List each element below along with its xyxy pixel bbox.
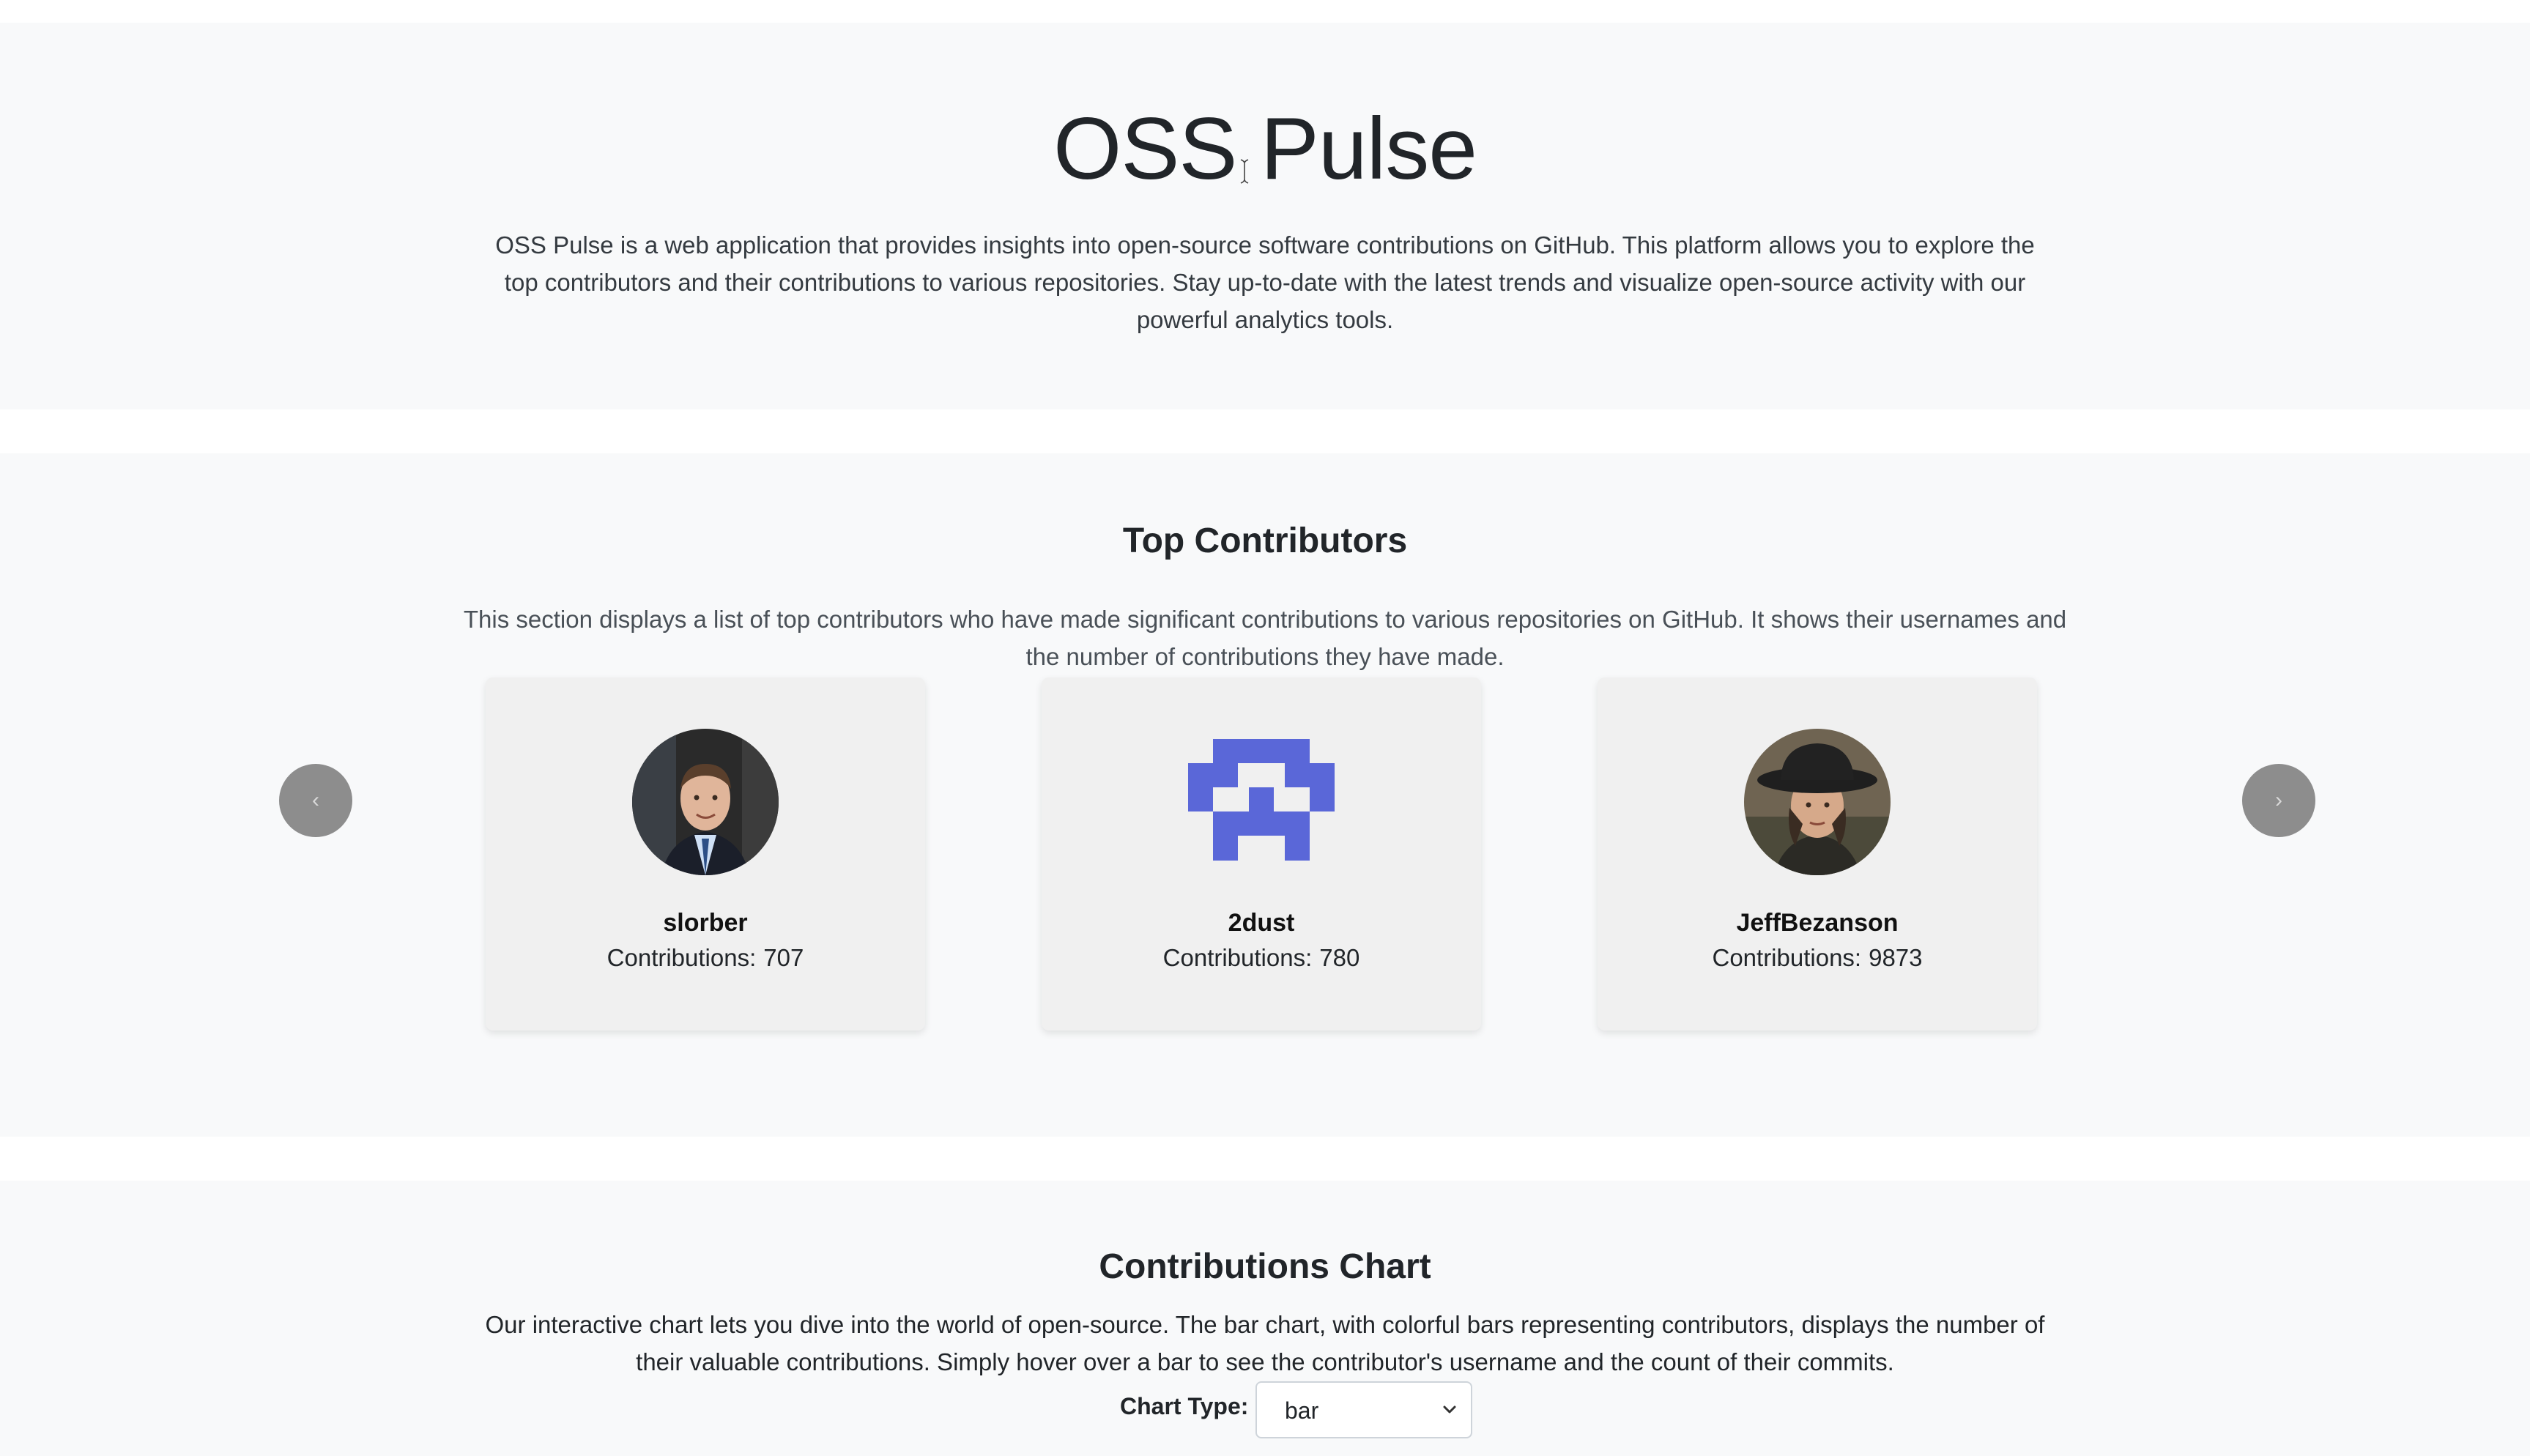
section-title: Top Contributors: [1122, 521, 1408, 560]
contributions-chart-section: Contributions Chart Our interactive char…: [0, 1181, 2530, 1456]
chevron-down-icon: [1443, 1405, 1456, 1414]
contributions-value: 780: [1319, 944, 1360, 971]
chevron-right-icon: ›: [2275, 788, 2282, 812]
contributor-username: slorber: [663, 909, 748, 937]
chevron-left-icon: ‹: [312, 788, 319, 812]
top-contributors-section: Top Contributors This section displays a…: [0, 453, 2530, 1137]
top-strip: [0, 0, 2530, 23]
contributor-username: 2dust: [1228, 909, 1295, 937]
contributor-card[interactable]: 2dust Contributions: 780: [1042, 677, 1481, 1030]
carousel-next-button[interactable]: ›: [2242, 764, 2315, 837]
text-cursor-icon: [1240, 159, 1249, 184]
section-description: This section displays a list of top cont…: [463, 606, 2067, 670]
contributor-count: Contributions: 707: [486, 944, 925, 972]
hero-section: OSS Pulse OSS Pulse is a web application…: [0, 23, 2530, 409]
user-photo-icon: [632, 729, 779, 875]
chart-type-label: Chart Type:: [1120, 1393, 1249, 1419]
avatar: [632, 729, 779, 875]
chart-type-selected-value: bar: [1285, 1397, 1319, 1424]
contributor-card[interactable]: slorber Contributions: 707: [486, 677, 925, 1030]
carousel-prev-button[interactable]: ‹: [279, 764, 352, 837]
contributions-label: Contributions:: [1712, 944, 1862, 971]
page-title: OSS Pulse: [1053, 100, 1477, 198]
contributions-label: Contributions:: [1162, 944, 1313, 971]
user-photo-icon: [1744, 729, 1891, 875]
contributor-card[interactable]: JeffBezanson Contributions: 9873: [1598, 677, 2037, 1030]
avatar: [1744, 729, 1891, 875]
contributor-username: JeffBezanson: [1736, 909, 1899, 937]
hero-description: OSS Pulse is a web application that prov…: [495, 231, 2035, 333]
section-title: Contributions Chart: [1099, 1247, 1431, 1286]
chart-type-select[interactable]: bar: [1255, 1381, 1472, 1438]
contributor-count: Contributions: 780: [1042, 944, 1481, 972]
section-description: Our interactive chart lets you dive into…: [485, 1311, 2045, 1375]
contributor-count: Contributions: 9873: [1598, 944, 2037, 972]
contributions-label: Contributions:: [606, 944, 757, 971]
avatar: [1188, 729, 1335, 875]
contributions-value: 707: [763, 944, 804, 971]
identicon-icon: [1188, 739, 1335, 861]
contributions-value: 9873: [1869, 944, 1923, 971]
